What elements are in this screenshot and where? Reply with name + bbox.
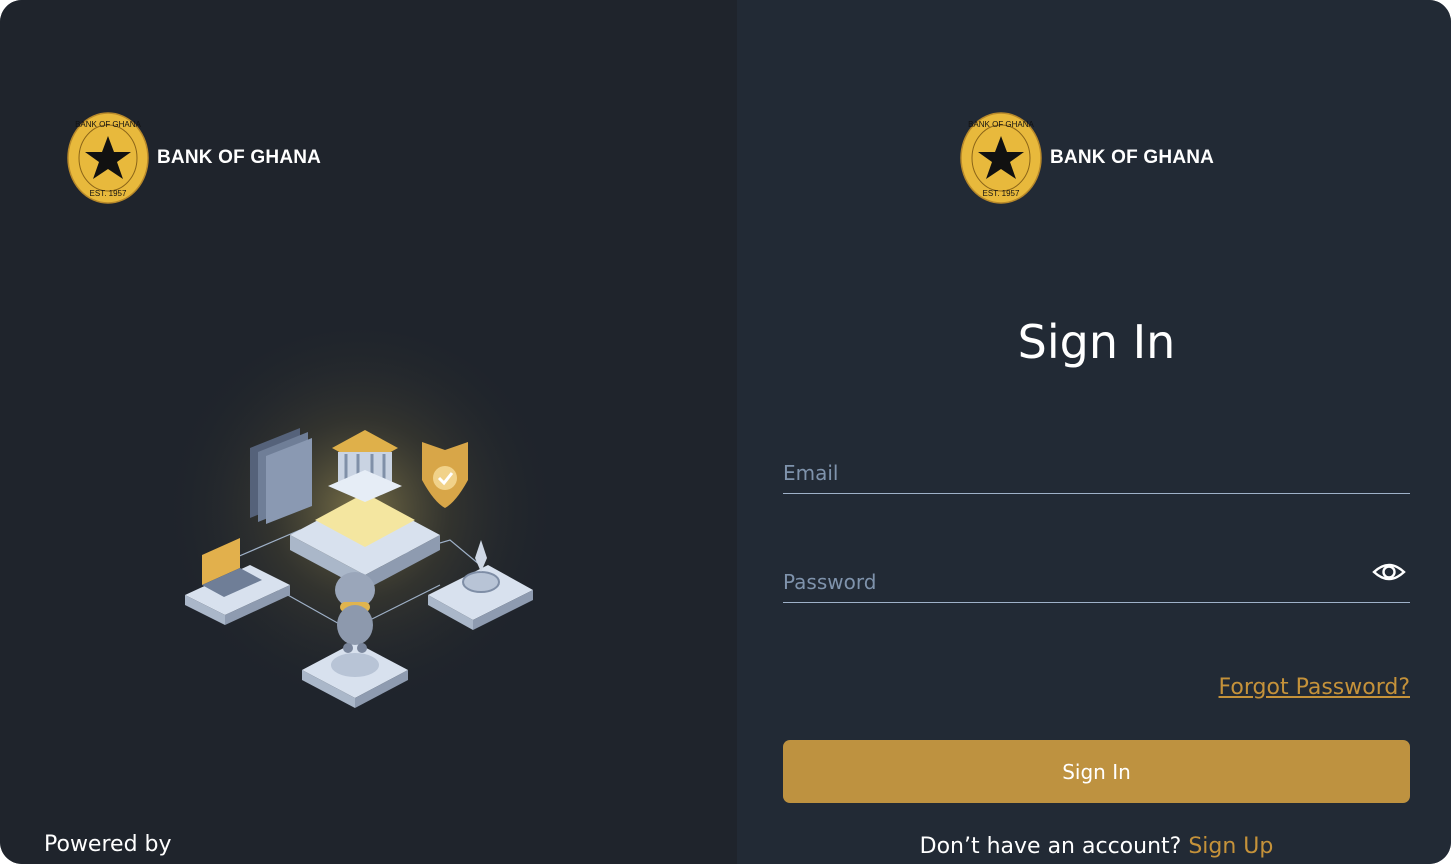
sign-in-button[interactable]: Sign In [783, 740, 1410, 803]
seal-bottom-text: EST. 1957 [90, 189, 127, 198]
powered-by-label: Powered by [44, 832, 172, 857]
brand-logo: BANK OF GHANA EST. 1957 BANK OF GHANA [67, 112, 321, 204]
seal-top-text: BANK OF GHANA [968, 120, 1034, 129]
password-field-wrapper [783, 555, 1410, 603]
brand-name: BANK OF GHANA [1050, 147, 1215, 168]
bank-seal-icon: BANK OF GHANA EST. 1957 [67, 112, 149, 204]
password-input[interactable] [783, 555, 1410, 602]
brand-name: BANK OF GHANA [157, 147, 322, 168]
sign-up-link[interactable]: Sign Up [1188, 834, 1273, 859]
seal-bottom-text: EST. 1957 [983, 189, 1020, 198]
eye-icon[interactable] [1372, 559, 1406, 585]
seal-top-text: BANK OF GHANA [75, 120, 141, 129]
brand-logo-right: BANK OF GHANA EST. 1957 BANK OF GHANA [960, 112, 1214, 204]
forgot-password-link[interactable]: Forgot Password? [1219, 675, 1410, 700]
page-title: Sign In [1017, 315, 1176, 369]
email-field-wrapper [783, 446, 1410, 494]
left-panel: BANK OF GHANA EST. 1957 BANK OF GHANA Po… [0, 0, 737, 864]
app-frame: BANK OF GHANA EST. 1957 BANK OF GHANA Po… [0, 0, 1451, 864]
fintech-illustration [160, 330, 560, 730]
signup-prompt: Don’t have an account? Sign Up [783, 834, 1410, 859]
email-input[interactable] [783, 446, 1410, 493]
bank-seal-icon: BANK OF GHANA EST. 1957 [960, 112, 1042, 204]
no-account-text: Don’t have an account? [919, 834, 1182, 859]
